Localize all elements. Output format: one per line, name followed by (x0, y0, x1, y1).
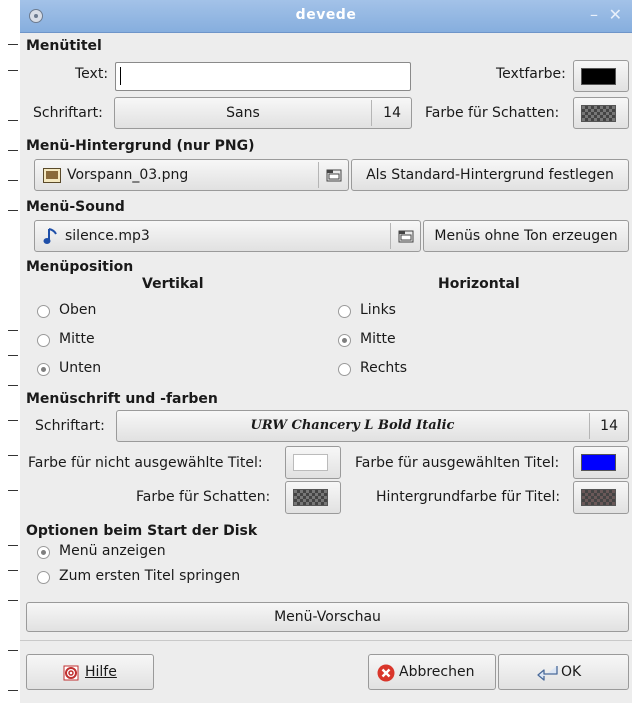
minimize-icon[interactable]: – (590, 5, 598, 24)
menu-preview-button[interactable]: Menü-Vorschau (26, 602, 629, 632)
close-icon[interactable]: ✕ (609, 5, 622, 24)
chooser-separator (318, 162, 319, 188)
startup-option-jump-first-title[interactable]: Zum ersten Titel springen (59, 568, 240, 584)
set-default-background-button[interactable]: Als Standard-Hintergrund festlegen (351, 159, 629, 191)
unselected-color-button[interactable] (285, 446, 341, 479)
font-size-separator (371, 100, 372, 126)
menu-shadow-color-label: Farbe für Schatten: (136, 489, 271, 505)
sound-chooser-separator (390, 223, 391, 249)
silent-menus-label: Menüs ohne Ton erzeugen (434, 228, 618, 244)
horizontal-option-middle[interactable]: Mitte (360, 331, 396, 347)
footer-separator (20, 640, 632, 641)
vertical-option-bottom[interactable]: Unten (59, 360, 101, 376)
selected-color-button[interactable] (573, 446, 629, 479)
radio-show-menu[interactable] (37, 546, 50, 559)
menu-font-button[interactable]: URW Chancery L Bold Italic 14 (116, 410, 629, 442)
radio-vertical-middle[interactable] (37, 334, 50, 347)
cancel-label: Abbrechen (399, 664, 475, 680)
silent-menus-button[interactable]: Menüs ohne Ton erzeugen (423, 220, 629, 252)
text-color-swatch (581, 68, 616, 85)
menu-font-size-separator (589, 413, 590, 439)
cancel-icon (377, 664, 395, 682)
ok-button[interactable]: OK (498, 654, 629, 690)
horizontal-heading: Horizontal (438, 276, 520, 292)
enter-arrow-icon (537, 666, 558, 681)
title-background-color-swatch (581, 489, 616, 506)
font-label: Schriftart: (33, 105, 103, 121)
position-section-label: Menüposition (26, 259, 134, 275)
menu-font-name: URW Chancery L Bold Italic (250, 418, 455, 433)
title-bar[interactable]: devede – ✕ (20, 0, 632, 33)
cancel-button[interactable]: Abbrechen (368, 654, 496, 690)
radio-vertical-bottom[interactable] (37, 363, 50, 376)
menu-font-section-label: Menüschrift und -farben (26, 391, 218, 407)
unselected-color-swatch (293, 454, 328, 471)
folder-icon (398, 230, 414, 243)
sound-section-label: Menü-Sound (26, 199, 125, 215)
text-color-button[interactable] (573, 60, 629, 92)
selected-color-swatch (581, 454, 616, 471)
menu-shadow-color-swatch (293, 489, 328, 506)
menu-font-label: Schriftart: (35, 418, 105, 434)
title-font-button[interactable]: Sans 14 (114, 97, 412, 129)
selected-color-label: Farbe für ausgewählten Titel: (355, 455, 560, 471)
ok-label: OK (561, 664, 582, 680)
startup-section-label: Optionen beim Start der Disk (26, 523, 258, 539)
startup-option-show-menu[interactable]: Menü anzeigen (59, 543, 166, 559)
title-background-color-label: Hintergrundfarbe für Titel: (376, 489, 561, 505)
menu-preview-label: Menü-Vorschau (274, 609, 381, 625)
shadow-color-swatch (581, 105, 616, 122)
radio-jump-first-title[interactable] (37, 571, 50, 584)
set-default-background-label: Als Standard-Hintergrund festlegen (366, 167, 614, 183)
background-file-name: Vorspann_03.png (67, 167, 189, 183)
shadow-color-label: Farbe für Schatten: (425, 105, 560, 121)
music-note-icon (43, 228, 57, 244)
background-file-chooser[interactable]: Vorspann_03.png (34, 159, 349, 191)
vertical-heading: Vertikal (142, 276, 204, 292)
menu-title-section-label: Menütitel (26, 38, 102, 54)
text-label: Text: (75, 66, 109, 82)
menu-text-input[interactable] (115, 62, 411, 91)
text-cursor (120, 67, 121, 85)
background-section-label: Menü-Hintergrund (nur PNG) (26, 138, 255, 154)
menu-shadow-color-button[interactable] (285, 481, 341, 514)
radio-horizontal-right[interactable] (338, 363, 351, 376)
sound-file-name: silence.mp3 (65, 228, 150, 244)
shadow-color-button[interactable] (573, 97, 629, 129)
window-title: devede (295, 7, 357, 23)
title-font-name: Sans (226, 105, 260, 121)
help-icon (63, 665, 79, 681)
help-label: Hilfe (85, 664, 117, 680)
vertical-option-middle[interactable]: Mitte (59, 331, 95, 347)
sound-file-chooser[interactable]: silence.mp3 (34, 220, 421, 252)
horizontal-option-right[interactable]: Rechts (360, 360, 407, 376)
vertical-option-top[interactable]: Oben (59, 302, 96, 318)
unselected-color-label: Farbe für nicht ausgewählte Titel: (28, 455, 263, 471)
image-file-icon (43, 168, 61, 183)
menu-font-size: 14 (600, 418, 618, 434)
radio-horizontal-left[interactable] (338, 305, 351, 318)
help-button[interactable]: Hilfe (26, 654, 154, 690)
title-font-size: 14 (383, 105, 401, 121)
background-window-strip (0, 0, 20, 703)
radio-vertical-top[interactable] (37, 305, 50, 318)
folder-icon (326, 169, 342, 182)
title-background-color-button[interactable] (573, 481, 629, 514)
horizontal-option-left[interactable]: Links (360, 302, 396, 318)
text-color-label: Textfarbe: (496, 66, 566, 82)
radio-horizontal-middle[interactable] (338, 334, 351, 347)
devede-dialog: devede – ✕ Menütitel Text: Textfarbe: Sc… (20, 0, 632, 703)
